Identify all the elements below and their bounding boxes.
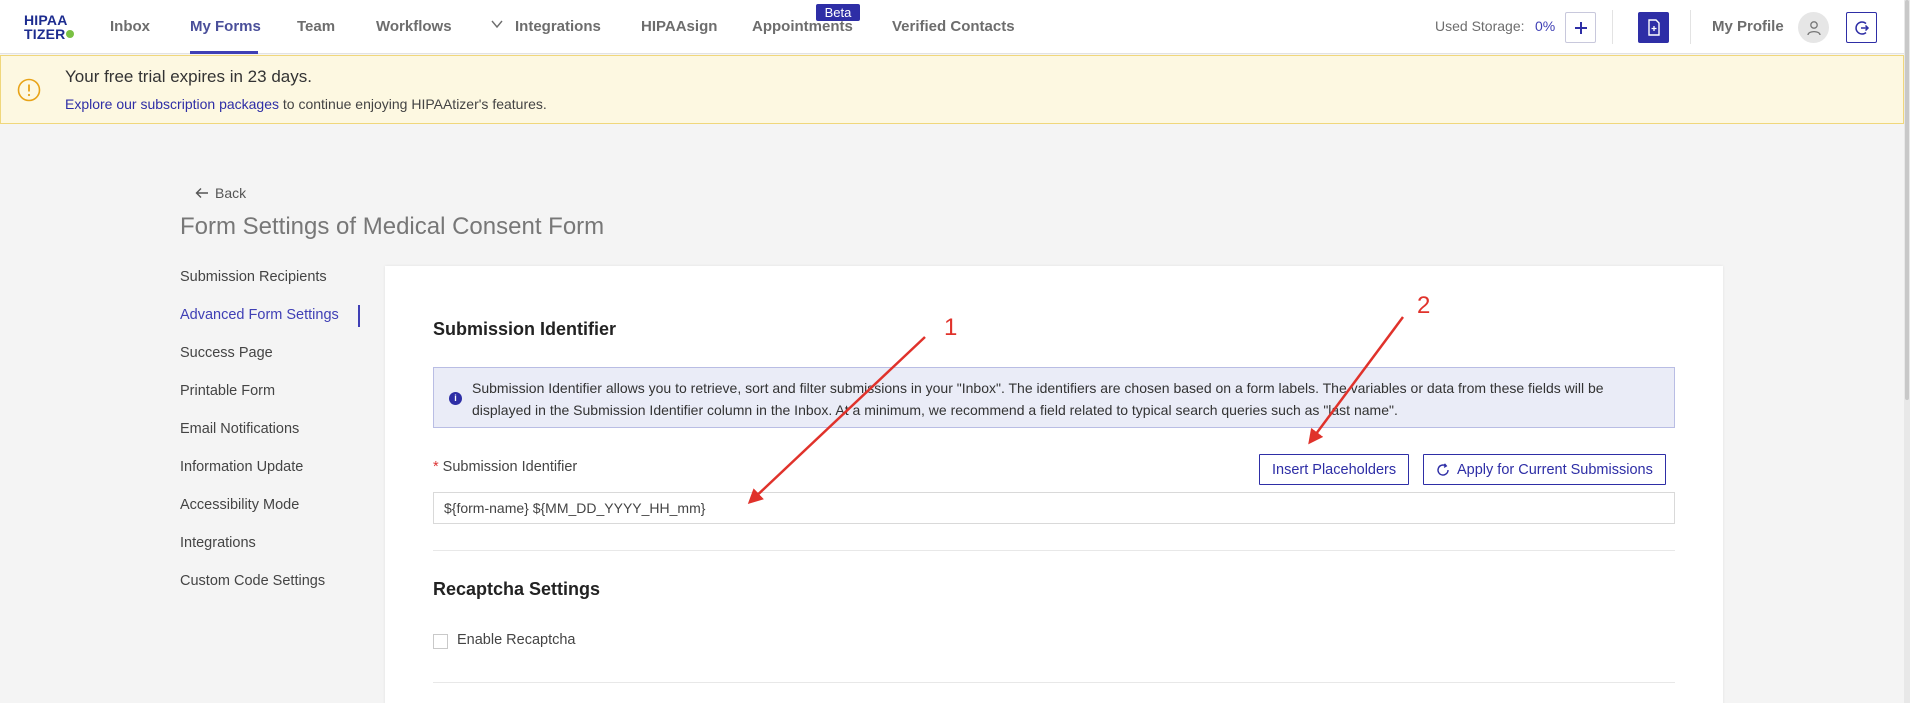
- sidebar-item-information-update[interactable]: Information Update: [180, 459, 303, 475]
- my-profile-link[interactable]: My Profile: [1712, 18, 1784, 35]
- trial-banner-text: to continue enjoying HIPAAtizer's featur…: [279, 96, 547, 112]
- warning-icon: [17, 78, 41, 102]
- nav-divider: [1612, 10, 1613, 44]
- annotation-label-2: 2: [1417, 292, 1431, 319]
- logo-line-2: TIZER: [24, 26, 66, 42]
- sidebar-item-advanced-form-settings[interactable]: Advanced Form Settings: [180, 307, 339, 323]
- logout-button[interactable]: [1846, 12, 1877, 43]
- nav-verified-contacts[interactable]: Verified Contacts: [892, 18, 1015, 35]
- new-document-button[interactable]: [1638, 12, 1669, 43]
- used-storage-value: 0%: [1535, 18, 1556, 34]
- insert-placeholders-button[interactable]: Insert Placeholders: [1259, 454, 1410, 485]
- trial-expiry-message: Your free trial expires in 23 days.: [65, 67, 312, 86]
- apply-current-submissions-label: Apply for Current Submissions: [1457, 461, 1653, 478]
- submission-identifier-heading: Submission Identifier: [433, 319, 617, 339]
- sidebar-item-email-notifications[interactable]: Email Notifications: [180, 421, 299, 437]
- nav-my-forms[interactable]: My Forms: [190, 18, 261, 35]
- submission-identifier-info-text: Submission Identifier allows you to retr…: [472, 380, 1604, 418]
- chevron-down-icon[interactable]: [491, 19, 503, 29]
- sidebar-item-accessibility-mode[interactable]: Accessibility Mode: [180, 497, 299, 513]
- trial-banner: Your free trial expires in 23 days. Expl…: [0, 55, 1904, 124]
- nav-team[interactable]: Team: [297, 18, 335, 35]
- submission-identifier-info: i Submission Identifier allows you to re…: [433, 367, 1675, 428]
- add-storage-button[interactable]: [1565, 12, 1596, 43]
- settings-panel: Submission Identifier i Submission Ident…: [385, 266, 1723, 703]
- section-divider: [433, 550, 1675, 551]
- logo-line-1: HIPAA: [24, 12, 68, 28]
- nav-inbox[interactable]: Inbox: [110, 18, 150, 35]
- refresh-icon: [1437, 462, 1449, 476]
- enable-recaptcha-label[interactable]: Enable Recaptcha: [457, 632, 576, 648]
- user-icon: [1806, 20, 1821, 35]
- insert-placeholders-label: Insert Placeholders: [1272, 461, 1397, 478]
- enable-recaptcha-checkbox[interactable]: [433, 634, 448, 649]
- required-mark: *: [433, 459, 439, 475]
- page-scrollbar-thumb[interactable]: [1905, 0, 1909, 400]
- back-button[interactable]: Back: [195, 185, 246, 201]
- active-nav-underline: [190, 51, 258, 54]
- recaptcha-settings-heading: Recaptcha Settings: [433, 579, 601, 599]
- arrow-left-icon: [195, 188, 208, 198]
- document-icon: [1647, 19, 1660, 36]
- logout-icon: [1854, 20, 1869, 35]
- sidebar-item-success-page[interactable]: Success Page: [180, 345, 273, 361]
- submission-identifier-input[interactable]: [433, 492, 1675, 524]
- sidebar-item-submission-recipients[interactable]: Submission Recipients: [180, 269, 327, 285]
- annotation-label-1: 1: [944, 314, 958, 341]
- hipaatizer-logo[interactable]: HIPAA TIZER: [24, 13, 92, 41]
- used-storage-label: Used Storage:: [1435, 18, 1525, 34]
- avatar[interactable]: [1798, 12, 1829, 43]
- sidebar-item-integrations[interactable]: Integrations: [180, 535, 256, 551]
- submission-identifier-label: Submission Identifier: [442, 459, 578, 475]
- top-navigation: HIPAA TIZER Inbox My Forms Team Workflow…: [0, 0, 1910, 54]
- section-divider: [433, 682, 1675, 683]
- nav-divider: [1690, 10, 1691, 44]
- plus-icon: [1574, 21, 1587, 34]
- info-icon: i: [449, 392, 462, 405]
- logo-dot-icon: [66, 30, 75, 38]
- nav-hipaasign[interactable]: HIPAAsign: [641, 18, 717, 35]
- subscription-packages-link[interactable]: Explore our subscription packages: [65, 96, 279, 112]
- sidebar-item-printable-form[interactable]: Printable Form: [180, 383, 275, 399]
- nav-integrations[interactable]: Integrations: [515, 18, 601, 35]
- sidebar-active-marker: [358, 305, 360, 327]
- sidebar-item-custom-code-settings[interactable]: Custom Code Settings: [180, 573, 325, 589]
- page-title: Form Settings of Medical Consent Form: [180, 213, 605, 240]
- beta-badge: Beta: [816, 4, 860, 21]
- back-label: Back: [215, 185, 247, 201]
- apply-current-submissions-button[interactable]: Apply for Current Submissions: [1423, 454, 1666, 485]
- nav-workflows[interactable]: Workflows: [376, 18, 452, 35]
